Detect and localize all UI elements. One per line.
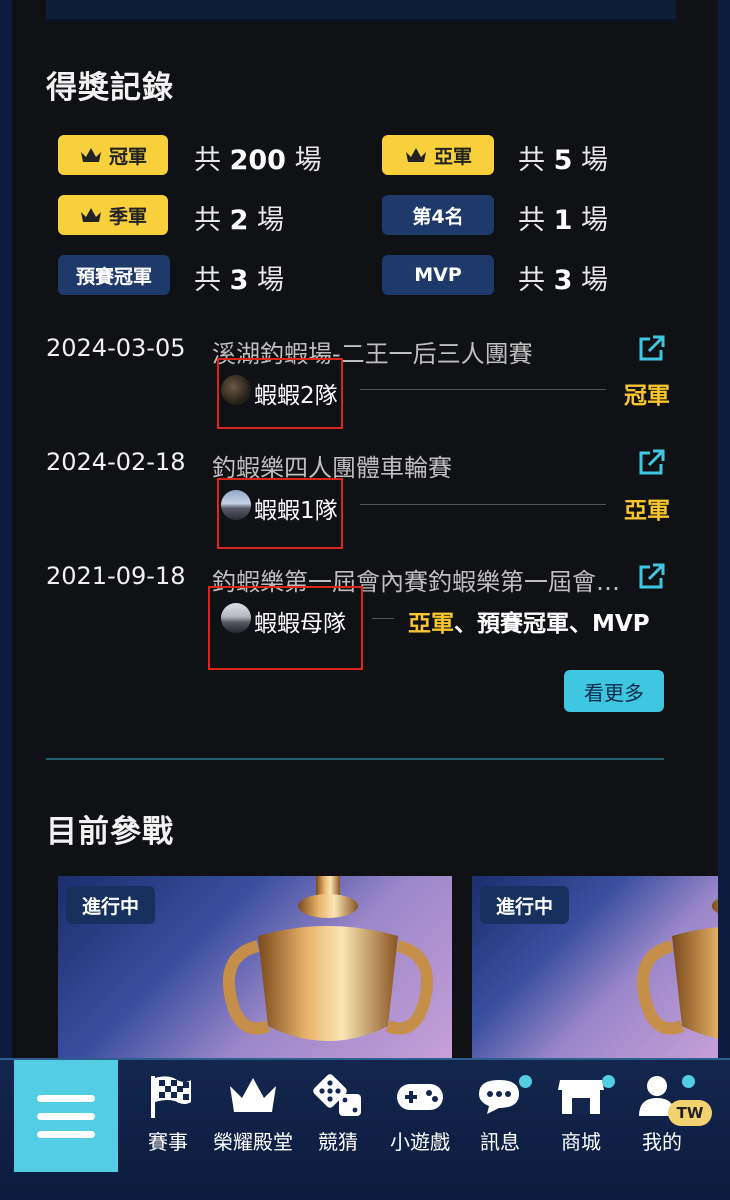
- external-link-icon[interactable]: [636, 448, 666, 478]
- badge-fourth: 第4名: [382, 195, 494, 235]
- result-label: 冠軍: [624, 383, 670, 409]
- hamburger-line: [37, 1112, 95, 1120]
- nav-item-events[interactable]: 賽事: [128, 1072, 208, 1155]
- trophy-image: [636, 898, 718, 1039]
- badge-runner-up: 亞軍: [382, 135, 494, 175]
- count-third: 共 2 場: [194, 205, 284, 236]
- notification-dot: [682, 1075, 695, 1088]
- crown-icon: [80, 148, 101, 162]
- store-icon: [558, 1080, 604, 1114]
- event-card[interactable]: 進行中: [472, 876, 718, 1066]
- record-date: 2024-02-18: [46, 448, 186, 476]
- count-champion: 共 200 場: [194, 145, 322, 176]
- menu-button[interactable]: [14, 1060, 118, 1172]
- external-link-icon[interactable]: [636, 562, 666, 592]
- notification-dot: [602, 1075, 615, 1088]
- count-mvp: 共 3 場: [518, 265, 608, 296]
- top-bar: [46, 0, 676, 22]
- nav-item-betting[interactable]: 競猜: [298, 1072, 378, 1155]
- nav-item-minigames[interactable]: 小遊戲: [380, 1072, 460, 1155]
- notification-dot: [519, 1075, 532, 1088]
- awards-title: 得獎記錄: [46, 70, 174, 106]
- nav-item-hall-of-fame[interactable]: 榮耀殿堂: [213, 1072, 293, 1155]
- section-divider: [46, 758, 664, 760]
- connector-line: [360, 504, 606, 505]
- badge-champion: 冠軍: [58, 135, 168, 175]
- dice-icon: [313, 1074, 361, 1116]
- participating-title: 目前參戰: [46, 814, 174, 850]
- status-badge: 進行中: [480, 886, 570, 924]
- count-fourth: 共 1 場: [518, 205, 608, 236]
- trophy-image: [222, 876, 434, 1041]
- count-runner-up: 共 5 場: [518, 145, 608, 176]
- hamburger-line: [37, 1130, 95, 1138]
- connector-line: [372, 618, 394, 619]
- count-prelim-champion: 共 3 場: [194, 265, 284, 296]
- highlight-box: [208, 586, 363, 670]
- record-date: 2024-03-05: [46, 334, 186, 362]
- see-more-button[interactable]: 看更多: [564, 670, 664, 712]
- crown-icon: [80, 208, 101, 222]
- external-link-icon[interactable]: [636, 334, 666, 364]
- connector-line: [360, 389, 606, 390]
- gamepad-icon: [397, 1084, 443, 1110]
- highlight-box: [217, 358, 343, 429]
- badge-mvp: MVP: [382, 255, 494, 295]
- checkered-flag-icon: [151, 1076, 191, 1118]
- record-date: 2021-09-18: [46, 562, 186, 590]
- crown-icon: [405, 148, 426, 162]
- badge-prelim-champion: 預賽冠軍: [58, 255, 170, 295]
- badge-third: 季軍: [58, 195, 168, 235]
- status-badge: 進行中: [66, 886, 156, 924]
- hamburger-line: [37, 1094, 95, 1102]
- crown-icon: [230, 1078, 276, 1112]
- event-card[interactable]: 進行中: [58, 876, 452, 1066]
- result-label: 亞軍、預賽冠軍、MVP: [408, 611, 650, 637]
- result-label: 亞軍: [624, 498, 670, 524]
- highlight-box: [217, 478, 343, 549]
- region-badge: TW: [668, 1100, 712, 1126]
